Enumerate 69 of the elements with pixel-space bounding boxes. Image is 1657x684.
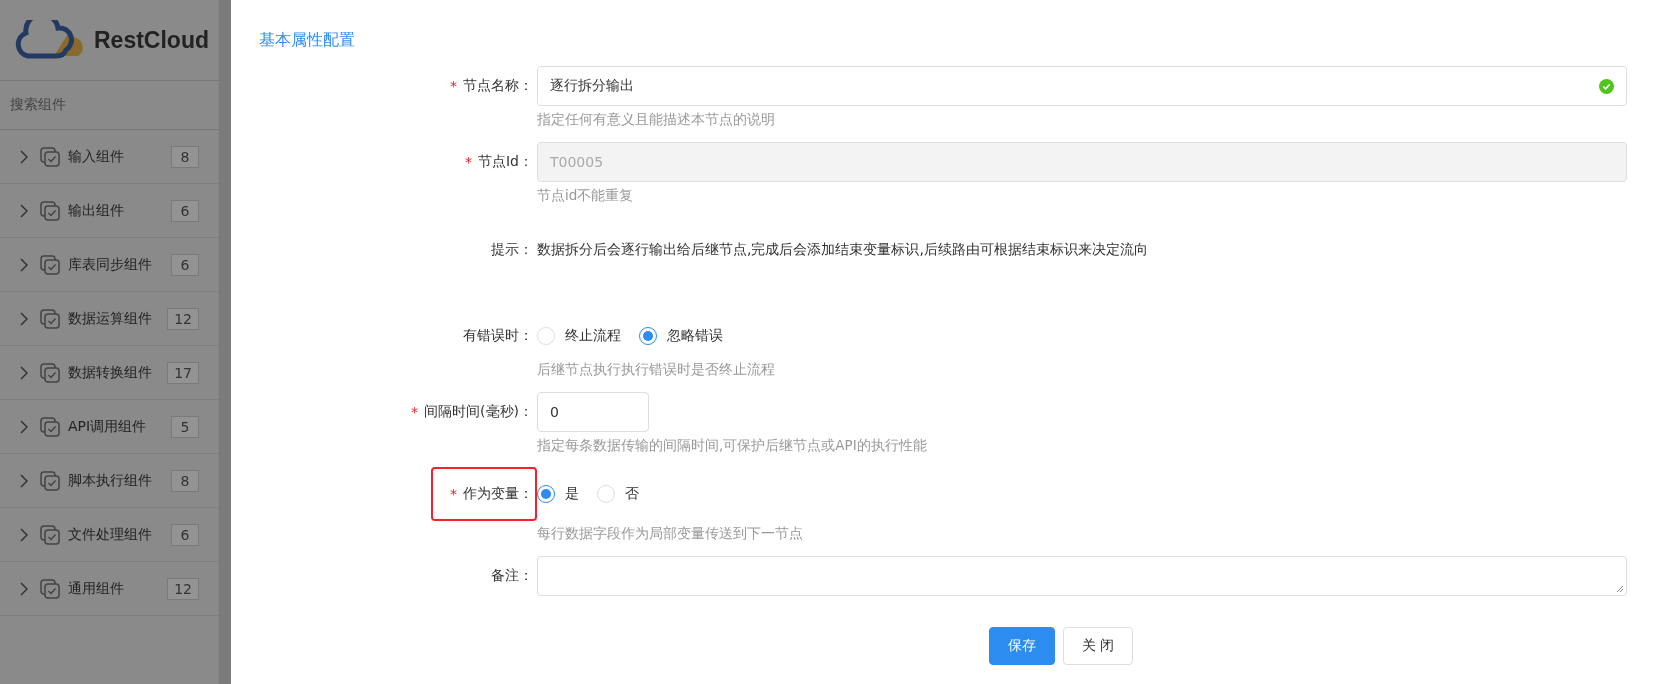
checkbox-stack-icon bbox=[40, 146, 60, 167]
chevron-icon bbox=[20, 149, 28, 164]
count-badge: 12 bbox=[167, 307, 199, 330]
chevron-icon bbox=[20, 473, 28, 488]
count-badge: 12 bbox=[167, 577, 199, 600]
section-title: 基本属性配置 bbox=[259, 30, 356, 51]
component-group[interactable]: 文件处理组件 6 bbox=[0, 508, 219, 562]
checkbox-stack-icon bbox=[40, 362, 60, 383]
required-mark: * bbox=[450, 486, 457, 502]
component-group[interactable]: 数据运算组件 12 bbox=[0, 292, 219, 346]
component-group[interactable]: 脚本执行组件 8 bbox=[0, 454, 219, 508]
field-label: 节点名称： bbox=[463, 77, 533, 95]
component-group[interactable]: 数据转换组件 17 bbox=[0, 346, 219, 400]
field-label: 节点Id： bbox=[478, 153, 533, 171]
radio-option[interactable]: 是 bbox=[537, 485, 579, 503]
count-badge: 6 bbox=[171, 523, 199, 546]
radio-button[interactable] bbox=[639, 327, 657, 345]
required-mark: * bbox=[411, 404, 419, 420]
count-badge: 6 bbox=[171, 199, 199, 222]
chevron-icon bbox=[20, 527, 28, 542]
field-label: 有错误时： bbox=[463, 327, 533, 345]
chevron-icon bbox=[20, 311, 28, 326]
checkbox-stack-icon bbox=[40, 308, 60, 329]
required-mark: * bbox=[465, 154, 472, 170]
cloud-logo-icon bbox=[14, 20, 86, 60]
save-button[interactable]: 保存 bbox=[988, 627, 1055, 665]
field-hint: 每行数据字段作为局部变量传送到下一节点 bbox=[537, 524, 804, 543]
tip-text: 数据拆分后会逐行输出给后继节点,完成后会添加结束变量标识,后续路由可根据结束标识来决定流向 bbox=[537, 241, 1148, 259]
chevron-icon bbox=[20, 203, 28, 218]
chevron-icon bbox=[20, 257, 28, 272]
checkbox-stack-icon bbox=[40, 200, 60, 221]
checkbox-stack-icon bbox=[40, 254, 60, 275]
checkbox-stack-icon bbox=[40, 470, 60, 491]
component-group[interactable]: 输入组件 8 bbox=[0, 130, 219, 184]
text-field[interactable]: 0 bbox=[537, 392, 649, 432]
close-button[interactable]: 关 闭 bbox=[1062, 627, 1134, 665]
chevron-icon bbox=[20, 581, 28, 596]
resize-grip-icon bbox=[1616, 585, 1624, 593]
radio-option[interactable]: 忽略错误 bbox=[639, 327, 723, 345]
field-label: 备注： bbox=[491, 567, 533, 585]
checkbox-stack-icon bbox=[40, 578, 60, 599]
component-group[interactable]: API调用组件 5 bbox=[0, 400, 219, 454]
radio-option[interactable]: 否 bbox=[597, 485, 639, 503]
required-mark: * bbox=[450, 78, 457, 94]
chevron-icon bbox=[20, 365, 28, 380]
field-hint: 后继节点执行执行错误时是否终止流程 bbox=[537, 360, 776, 379]
text-field[interactable]: 逐行拆分输出 bbox=[537, 66, 1627, 106]
count-badge: 8 bbox=[171, 469, 199, 492]
count-badge: 8 bbox=[171, 145, 199, 168]
field-label: 作为变量： bbox=[463, 485, 533, 503]
component-group[interactable]: 输出组件 6 bbox=[0, 184, 219, 238]
remarks-field[interactable] bbox=[537, 556, 1627, 596]
count-badge: 5 bbox=[171, 415, 199, 438]
logo-text: RestCloud bbox=[94, 26, 209, 54]
field-hint: 指定任何有意义且能描述本节点的说明 bbox=[537, 110, 776, 129]
field-label: 间隔时间(毫秒)： bbox=[424, 403, 533, 421]
checkbox-stack-icon bbox=[40, 524, 60, 545]
chevron-icon bbox=[20, 419, 28, 434]
component-group[interactable]: 通用组件 12 bbox=[0, 562, 219, 616]
field-hint: 指定每条数据传输的间隔时间,可保护后继节点或API的执行性能 bbox=[537, 436, 928, 455]
checkbox-stack-icon bbox=[40, 416, 60, 437]
field-hint: 节点id不能重复 bbox=[537, 186, 635, 205]
count-badge: 6 bbox=[171, 253, 199, 276]
radio-option[interactable]: 终止流程 bbox=[537, 327, 621, 345]
splitter-bar[interactable] bbox=[219, 0, 231, 684]
radio-button[interactable] bbox=[537, 485, 555, 503]
count-badge: 17 bbox=[167, 361, 199, 384]
field-label: 提示： bbox=[491, 241, 533, 259]
component-group[interactable]: 库表同步组件 6 bbox=[0, 238, 219, 292]
